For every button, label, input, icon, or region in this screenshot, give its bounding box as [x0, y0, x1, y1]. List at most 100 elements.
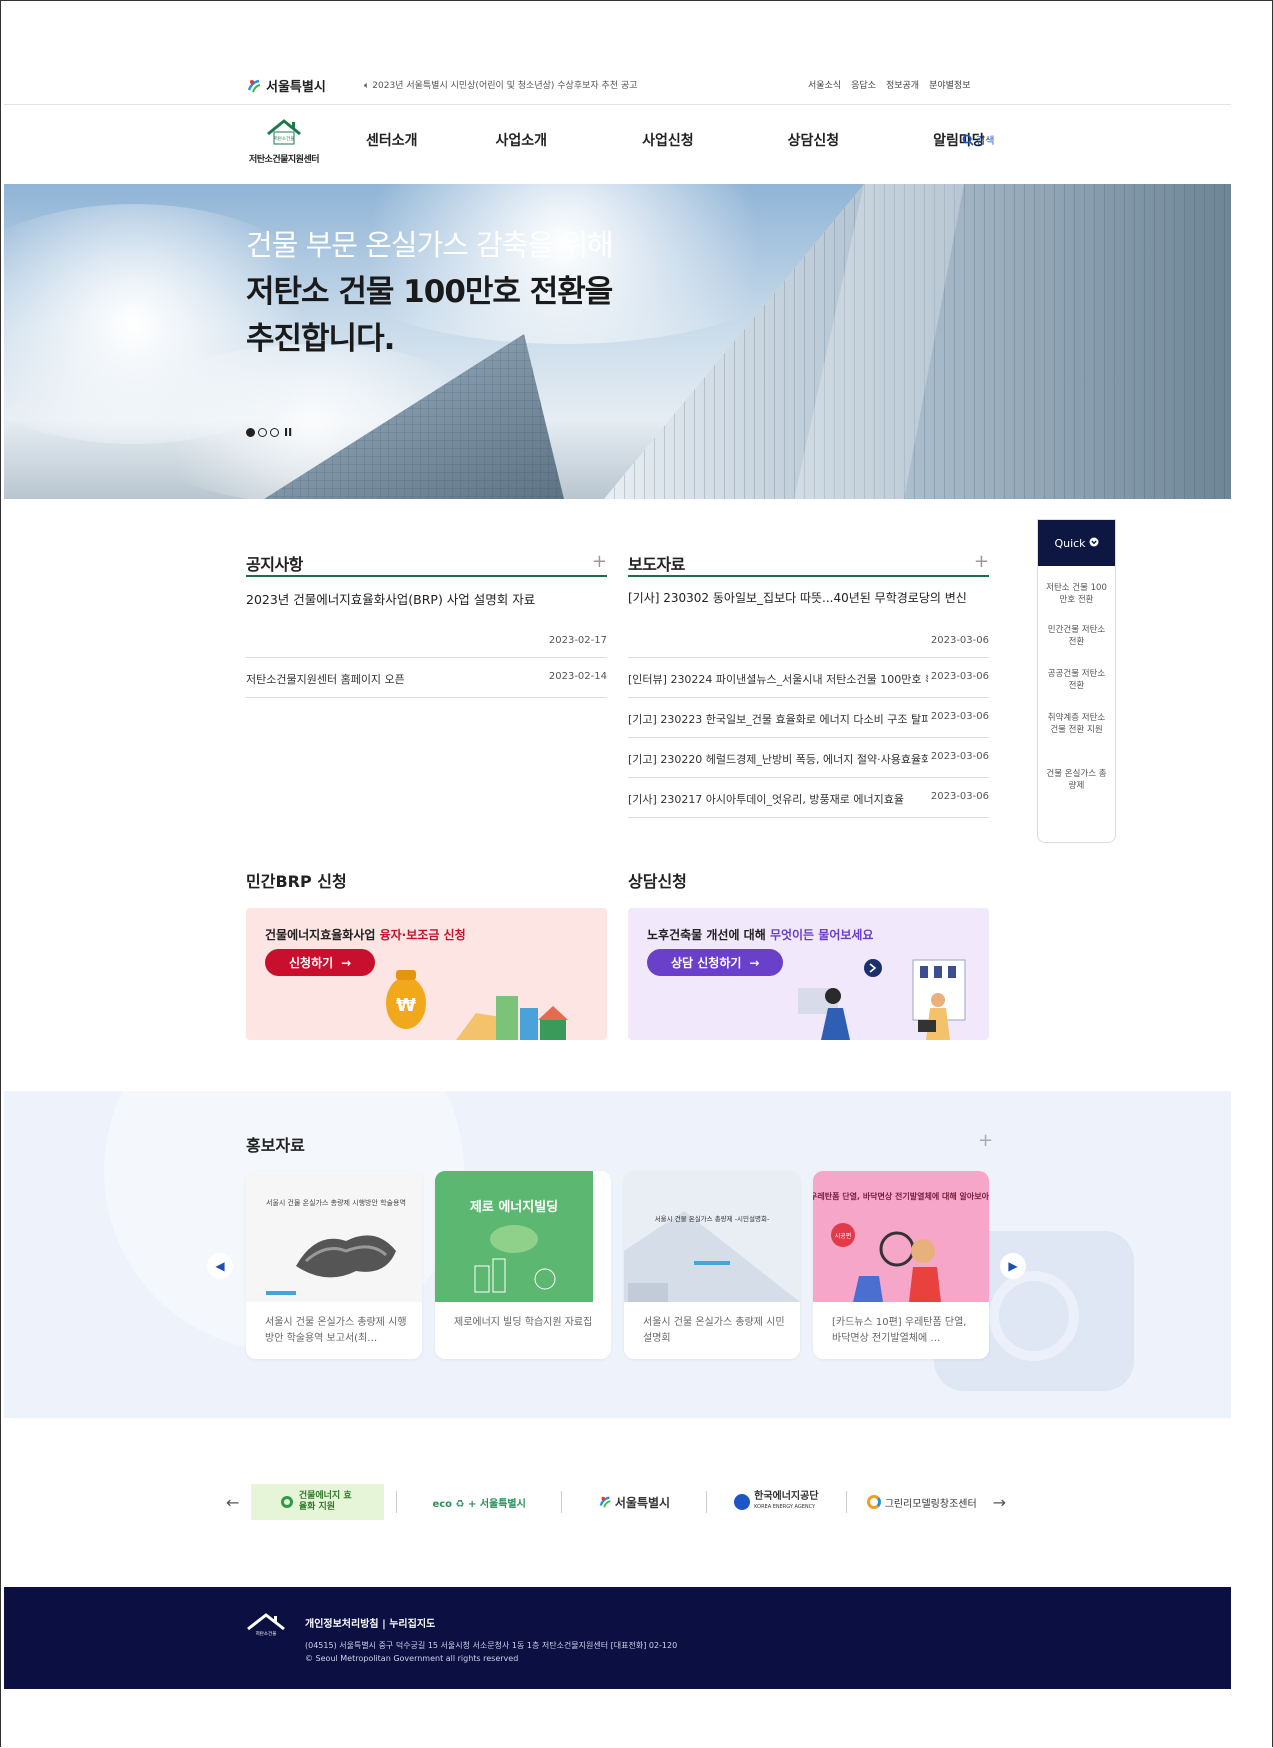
utility-bar: 서울특별시 🔈︎ 2023년 서울특별시 시민상(어린이 및 청소년상) 수상후…: [4, 68, 1231, 105]
press-row[interactable]: [기고] 230223 한국일보_건물 효율화로 에너지 다소비 구조 탈피… …: [628, 698, 989, 738]
consult-message-prefix: 노후건축물 개선에 대해: [647, 928, 770, 942]
seoul-symbol-icon: [247, 79, 261, 92]
seoul-logo[interactable]: 서울특별시: [246, 76, 326, 95]
notice-featured-title: 2023년 건물에너지효율화사업(BRP) 사업 설명회 자료: [246, 592, 536, 607]
divider: [845, 1491, 847, 1513]
press-row-title: [기고] 230220 헤럴드경제_난방비 폭등, 에너지 절약·사용효율화..: [628, 753, 928, 766]
nav-business-intro[interactable]: 사업소개: [496, 130, 548, 150]
nav-business-apply[interactable]: 사업신청: [642, 130, 694, 150]
center-name: 저탄소건물지원센터: [248, 155, 320, 165]
footer-links[interactable]: 개인정보처리방침 | 누리집지도: [305, 1615, 435, 1630]
consult-message-highlight: 무엇이든 물어보세요: [769, 928, 874, 942]
slide-dot-2[interactable]: [258, 428, 267, 437]
partner-links: ← 건물에너지 효율화 지원 eco ♻ + 서울특별시 서울특별시 한국에너지…: [226, 1483, 1006, 1521]
press-featured-title: [기사] 230302 동아일보_집보다 따뜻...40년된 무학경로당의 변신: [628, 591, 967, 605]
press-featured-item[interactable]: [기사] 230302 동아일보_집보다 따뜻...40년된 무학경로당의 변신…: [628, 577, 989, 658]
brp-apply-button[interactable]: 신청하기 →: [265, 949, 376, 976]
hero-text: 건물 부문 온실가스 감축을 위해 저탄소 건물 100만호 전환을 추진합니다…: [246, 222, 614, 358]
press-row[interactable]: [기고] 230220 헤럴드경제_난방비 폭등, 에너지 절약·사용효율화..…: [628, 738, 989, 778]
util-link-category[interactable]: 분야별정보: [929, 78, 970, 91]
promo-card[interactable]: 우레탄폼 단열, 바닥면상 전기발열체에 대해 알아보아요! 시공편 [카드뉴스…: [813, 1171, 989, 1359]
quick-item-total-cap[interactable]: 건물 온실가스 총량제: [1038, 768, 1115, 792]
consult-apply-button[interactable]: 상담 신청하기 →: [647, 949, 784, 976]
partner-seoul-label: 서울특별시: [614, 1495, 671, 1510]
promo-card-image: 서울시 건물 온실가스 총량제 시행방안 학술용역: [246, 1171, 422, 1302]
caret-right-icon: ▶: [1008, 1259, 1018, 1273]
seoul-symbol-icon: [599, 1496, 611, 1508]
promo-card-image: 제로 에너지빌딩: [435, 1171, 611, 1302]
slide-dot-1[interactable]: [246, 428, 255, 437]
quick-menu-title: Quick: [1054, 536, 1086, 550]
press-row-date: 2023-03-06: [930, 751, 989, 762]
quick-item-private[interactable]: 민간건물 저탄소전환: [1038, 624, 1115, 668]
press-row-date: 2023-03-06: [930, 711, 989, 722]
nav-consult-apply[interactable]: 상담신청: [788, 130, 840, 150]
hero-banner: 건물 부문 온실가스 감축을 위해 저탄소 건물 100만호 전환을 추진합니다…: [4, 184, 1231, 499]
promo-card-image-text: 서울시 건물 온실가스 총량제 시행방안 학술용역: [266, 1198, 406, 1207]
promo-prev-button[interactable]: ◀: [207, 1253, 233, 1279]
hero-line-2: 저탄소 건물 100만호 전환을: [246, 274, 613, 310]
promo-card[interactable]: 제로 에너지빌딩 제로에너지 빌딩 학습지원 자료집: [435, 1171, 611, 1359]
promo-card-image-text: 제로 에너지빌딩: [470, 1199, 558, 1215]
partner-eco[interactable]: eco ♻ + 서울특별시: [409, 1484, 549, 1520]
partner-green-remodeling[interactable]: 그린리모델링창조센터: [859, 1484, 985, 1520]
promo-more-button[interactable]: +: [978, 1130, 993, 1151]
svg-text:₩: ₩: [396, 995, 416, 1016]
notice-featured-item[interactable]: 2023년 건물에너지효율화사업(BRP) 사업 설명회 자료 2023-02-…: [246, 577, 607, 658]
press-row[interactable]: [기사] 230217 아시아투데이_엇유리, 방풍재로 에너지효율 2023-…: [628, 778, 989, 818]
notice-row-date: 2023-02-14: [548, 671, 607, 682]
search-label: 검색: [976, 136, 995, 147]
quick-item-100k[interactable]: 저탄소 건물 100만호 전환: [1038, 582, 1115, 624]
promo-card[interactable]: 서울시 건물 온실가스 총량제 -시민설명회- 서울시 건물 온실가스 총량제 …: [624, 1171, 800, 1359]
nav-center-intro[interactable]: 센터소개: [366, 130, 418, 150]
notice-board-title: 공지사항: [246, 555, 303, 574]
partner-seoul[interactable]: 서울특별시: [574, 1484, 694, 1520]
press-more-button[interactable]: +: [974, 551, 989, 572]
hero-line-1: 건물 부문 온실가스 감축을 위해: [246, 228, 614, 262]
quick-item-vulnerable[interactable]: 취약계층 저탄소건물 전환 지원: [1038, 712, 1115, 768]
notice-board: 공지사항 + 2023년 건물에너지효율화사업(BRP) 사업 설명회 자료 2…: [246, 551, 607, 698]
center-logo[interactable]: 저탄소건물 저탄소건물지원센터: [244, 118, 324, 165]
brp-card[interactable]: 건물에너지효율화사업 융자·보조금 신청 신청하기 → ₩: [246, 908, 607, 1040]
consult-card[interactable]: 노후건축물 개선에 대해 무엇이든 물어보세요 상담 신청하기 →: [628, 908, 989, 1040]
site-header: 저탄소건물 저탄소건물지원센터 센터소개 사업소개 사업신청 상담신청 알림마당…: [4, 104, 1231, 184]
footer-address-block: (04515) 서울특별시 중구 덕수궁길 15 서울시청 서소문청사 1동 1…: [305, 1639, 677, 1665]
search-button[interactable]: 검색: [962, 132, 994, 147]
consult-apply-label: 상담 신청하기: [671, 956, 742, 970]
site-footer: 저탄소건물 개인정보처리방침 | 누리집지도 (04515) 서울특별시 중구 …: [4, 1587, 1231, 1689]
pause-button[interactable]: II: [284, 426, 292, 439]
promo-card-image-text: 서울시 건물 온실가스 총량제 -시민설명회-: [655, 1214, 770, 1223]
partner-next-button[interactable]: →: [993, 1493, 1006, 1512]
util-link-info[interactable]: 정보공개: [886, 78, 919, 91]
partner-energy-agency[interactable]: 한국에너지공단 KOREA ENERGY AGENCY: [719, 1484, 834, 1520]
promo-card[interactable]: 서울시 건물 온실가스 총량제 시행방안 학술용역 서울시 건물 온실가스 총량…: [246, 1171, 422, 1359]
util-link-news[interactable]: 서울소식: [808, 78, 841, 91]
notice-row-title: 저탄소건물지원센터 홈페이지 오픈: [246, 673, 405, 686]
notice-row[interactable]: 저탄소건물지원센터 홈페이지 오픈 2023-02-14: [246, 658, 607, 698]
promo-card-caption: 서울시 건물 온실가스 총량제 시민설명회: [643, 1317, 785, 1344]
quick-item-public[interactable]: 공공건물 저탄소전환: [1038, 668, 1115, 712]
divider: [396, 1491, 398, 1513]
speaker-icon: 🔈︎: [364, 81, 370, 91]
promo-card-image: 서울시 건물 온실가스 총량제 -시민설명회-: [624, 1171, 800, 1302]
partner-energy-agency-text: 한국에너지공단 KOREA ENERGY AGENCY: [754, 1492, 818, 1512]
press-row[interactable]: [인터뷰] 230224 파이낸셜뉴스_서울시내 저탄소건물 100만호 확..…: [628, 658, 989, 698]
promo-card-badge: 시공편: [835, 1232, 852, 1240]
quick-menu-header[interactable]: Quick: [1038, 520, 1115, 566]
brp-section-title: 민간BRP 신청: [246, 872, 347, 891]
caret-left-icon: ◀: [215, 1259, 225, 1273]
hero-line-3: 추진합니다.: [246, 321, 395, 357]
press-row-title: [기사] 230217 아시아투데이_엇유리, 방풍재로 에너지효율: [628, 793, 904, 806]
press-featured-date: 2023-03-06: [930, 635, 989, 646]
brp-apply-label: 신청하기: [289, 956, 334, 970]
notice-more-button[interactable]: +: [592, 551, 607, 572]
main-nav: 센터소개 사업소개 사업신청 상담신청 알림마당: [366, 130, 985, 150]
util-link-response[interactable]: 응답소: [851, 78, 876, 91]
consult-section-title: 상담신청: [628, 872, 687, 891]
promo-next-button[interactable]: ▶: [1000, 1253, 1026, 1279]
notice-ticker[interactable]: 🔈︎ 2023년 서울특별시 시민상(어린이 및 청소년상) 수상후보자 추천 …: [364, 78, 638, 91]
slide-dot-3[interactable]: [270, 428, 279, 437]
partner-brp[interactable]: 건물에너지 효율화 지원: [251, 1484, 385, 1520]
press-row-date: 2023-03-06: [930, 671, 989, 682]
partner-prev-button[interactable]: ←: [226, 1493, 239, 1512]
